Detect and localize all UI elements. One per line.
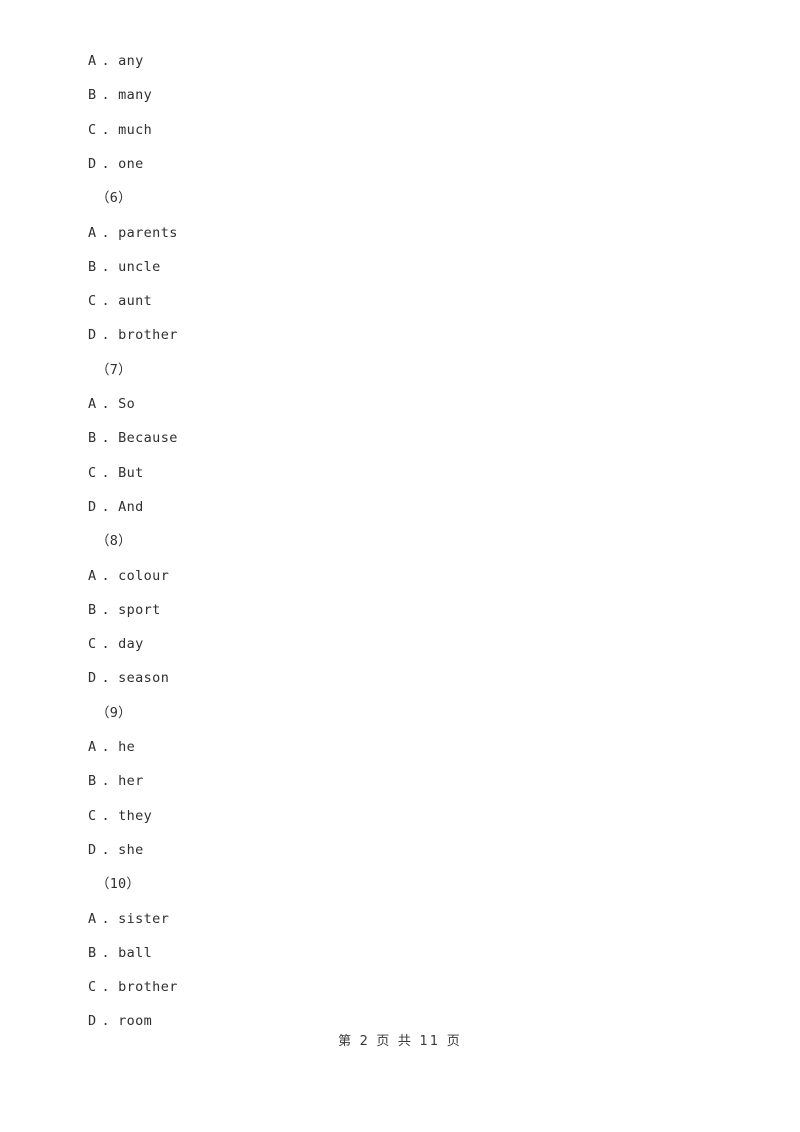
option-text: he [118,739,136,755]
option-letter: D [88,670,97,687]
option-letter: A [88,53,97,69]
document-page: A. any B. many C. much D. one （6） A. parents B. uncl… [0,0,800,1132]
option-letter: B [88,430,97,447]
option-letter: B [88,944,97,961]
option-letter: A [88,910,97,927]
answer-option[interactable]: C. aunt [0,284,800,318]
option-separator: . [101,601,111,618]
answer-option[interactable]: A. any [0,44,800,78]
answer-option[interactable]: B. many [0,78,800,112]
option-separator: . [101,910,111,927]
option-separator: . [101,327,111,344]
option-separator: . [101,53,111,69]
option-text: uncle [118,258,161,275]
option-text: aunt [118,293,153,310]
option-letter: C [88,807,97,824]
question-number: （7） [96,361,132,378]
option-letter: C [88,464,97,481]
option-text: So [118,396,136,412]
option-letter: D [88,155,97,172]
answer-option[interactable]: B. uncle [0,250,800,284]
option-letter: B [88,601,97,618]
question-number: （10） [96,876,141,893]
option-text: they [118,807,153,824]
option-text: sport [118,601,161,618]
option-text: she [118,841,144,858]
option-letter: D [88,327,97,344]
option-separator: . [101,464,111,481]
option-letter: B [88,773,97,790]
option-letter: B [88,87,97,104]
answer-option[interactable]: B. sport [0,593,800,627]
answer-option[interactable]: A. sister [0,902,800,936]
question-number: （8） [96,533,132,550]
option-letter: D [88,841,97,858]
question-number: （6） [96,190,132,207]
option-letter: A [88,224,97,241]
option-separator: . [101,670,111,687]
option-text: day [118,636,144,653]
option-separator: . [101,739,111,755]
answer-option[interactable]: B. ball [0,936,800,970]
answer-option[interactable]: B. her [0,764,800,798]
answer-option[interactable]: A. So [0,387,800,421]
option-text: her [118,773,144,790]
option-separator: . [101,979,111,996]
option-letter: D [88,498,97,515]
option-letter: B [88,258,97,275]
answer-option[interactable]: D. one [0,147,800,181]
answer-option[interactable]: C. they [0,799,800,833]
answer-option[interactable]: D. brother [0,318,800,352]
option-separator: . [101,121,111,138]
option-separator: . [101,773,111,790]
option-letter: C [88,293,97,310]
option-letter: C [88,636,97,653]
option-text: sister [118,910,170,927]
option-text: ball [118,944,153,961]
option-separator: . [101,258,111,275]
answer-option[interactable]: D. And [0,490,800,524]
page-footer: 第 2 页 共 11 页 [338,1034,462,1049]
option-text: parents [118,224,178,241]
answer-option[interactable]: C. But [0,456,800,490]
option-text: much [118,121,153,138]
option-letter: A [88,396,97,412]
option-separator: . [101,944,111,961]
option-separator: . [101,841,111,858]
option-text: season [118,670,170,687]
option-letter: C [88,979,97,996]
question-number: （9） [96,704,132,721]
option-separator: . [101,807,111,824]
option-letter: A [88,567,97,584]
option-separator: . [101,87,111,104]
option-letter: A [88,739,97,755]
answer-option[interactable]: B. Because [0,421,800,455]
option-text: brother [118,979,178,996]
answer-option[interactable]: A. colour [0,559,800,593]
answer-option[interactable]: D. season [0,661,800,695]
answer-option[interactable]: A. he [0,730,800,764]
option-separator: . [101,636,111,653]
option-text: brother [118,327,178,344]
option-letter: C [88,121,97,138]
option-separator: . [101,293,111,310]
option-text: Because [118,430,178,447]
option-text: one [118,155,144,172]
option-separator: . [101,567,111,584]
option-text: And [118,498,144,515]
answer-option[interactable]: C. much [0,113,800,147]
answer-option[interactable]: D. she [0,833,800,867]
option-separator: . [101,430,111,447]
option-text: But [118,464,144,481]
option-separator: . [101,396,111,412]
option-text: any [118,53,144,69]
answer-option[interactable]: C. day [0,627,800,661]
answer-option[interactable]: A. parents [0,216,800,250]
option-text: colour [118,567,170,584]
option-text: many [118,87,153,104]
option-separator: . [101,155,111,172]
option-separator: . [101,224,111,241]
answer-option[interactable]: C. brother [0,970,800,1004]
option-separator: . [101,498,111,515]
